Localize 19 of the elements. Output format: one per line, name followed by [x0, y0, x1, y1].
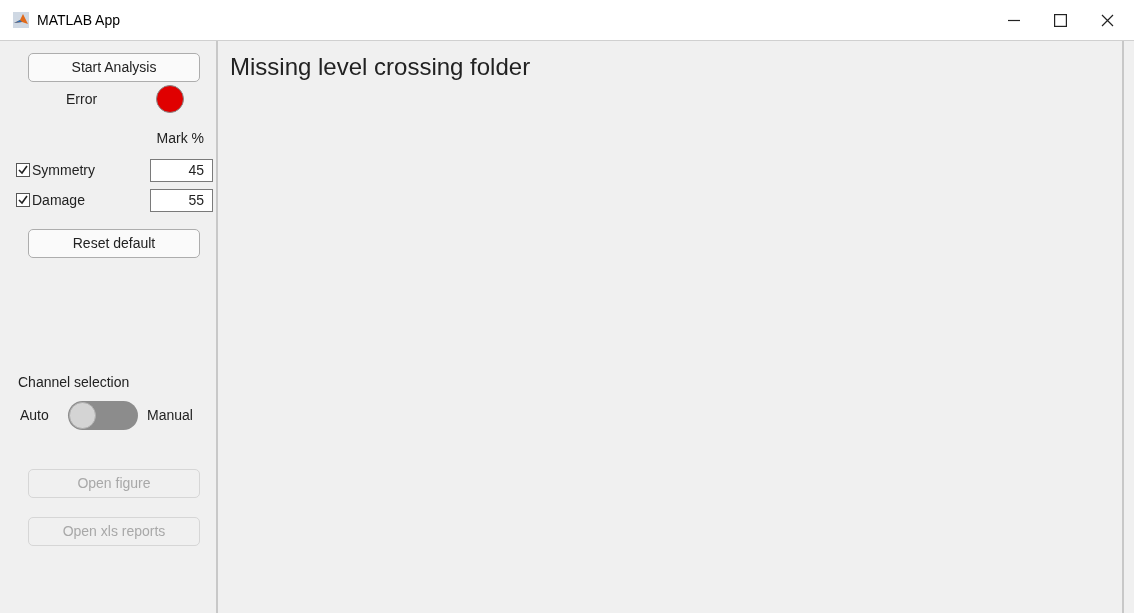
toggle-switch[interactable]: [68, 401, 138, 430]
button[interactable]: Start Analysis: [28, 53, 200, 82]
number-field[interactable]: 55: [150, 188, 213, 212]
app-icon: [13, 12, 29, 28]
button[interactable]: Reset default: [28, 229, 200, 258]
checkbox-label: Symmetry: [32, 160, 96, 180]
maximize-icon[interactable]: [1054, 13, 1067, 27]
checkbox[interactable]: [16, 193, 30, 207]
checkbox-label: Damage: [32, 190, 86, 210]
column-header: Mark %: [156, 129, 204, 148]
close-icon[interactable]: [1101, 13, 1114, 27]
number-field[interactable]: 45: [150, 158, 213, 182]
toggle-label: Auto: [20, 406, 50, 425]
toggle-label: Manual: [147, 406, 193, 425]
message-text: Missing level crossing folder: [230, 53, 531, 80]
checkbox[interactable]: [16, 163, 30, 177]
window-title: MATLAB App: [37, 10, 120, 30]
status-label: Error: [66, 89, 99, 109]
channel-selection-label: Channel selection: [18, 373, 131, 392]
